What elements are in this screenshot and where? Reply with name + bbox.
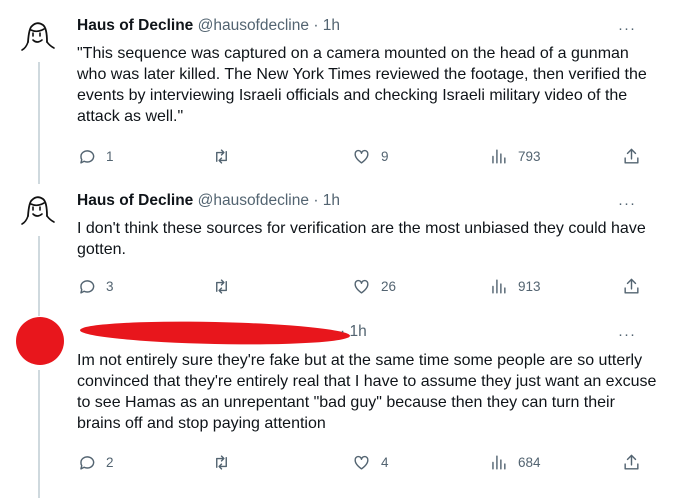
views-button[interactable]: 684 — [489, 453, 541, 472]
tweet-actions: 3 26 913 — [77, 277, 657, 297]
timestamp[interactable]: · 1h — [313, 17, 340, 34]
share-button[interactable] — [622, 453, 641, 472]
thread-line — [38, 62, 40, 184]
more-icon[interactable]: ··· — [618, 21, 636, 36]
reply-button[interactable]: 1 — [77, 147, 114, 166]
views-count: 913 — [518, 279, 541, 294]
redacted-name-bar — [79, 319, 351, 347]
reply-button[interactable]: 3 — [77, 277, 114, 296]
tweet-actions: 1 9 793 — [77, 147, 657, 167]
retweet-icon — [216, 455, 227, 470]
share-icon — [624, 148, 639, 164]
reply-count: 3 — [106, 279, 114, 294]
thread-line — [38, 236, 40, 316]
like-count: 9 — [381, 149, 389, 164]
avatar[interactable] — [20, 18, 56, 54]
tweet-header: Haus of Decline @hausofdecline · 1h — [77, 16, 340, 36]
share-button[interactable] — [622, 147, 641, 166]
views-icon — [492, 455, 506, 470]
views-count: 793 — [518, 149, 541, 164]
timestamp[interactable]: · 1h — [313, 192, 340, 209]
reply-count: 1 — [106, 149, 114, 164]
share-icon — [624, 454, 639, 470]
like-icon — [354, 279, 369, 294]
reply-icon — [80, 280, 95, 294]
more-icon[interactable]: ··· — [618, 327, 636, 342]
reply-icon — [80, 150, 95, 164]
like-button[interactable]: 26 — [352, 277, 396, 296]
user-handle[interactable]: @hausofdecline — [198, 192, 309, 209]
avatar[interactable] — [20, 192, 56, 228]
reply-button[interactable]: 2 — [77, 453, 114, 472]
display-name[interactable]: Haus of Decline — [77, 192, 193, 209]
like-button[interactable]: 9 — [352, 147, 389, 166]
views-button[interactable]: 913 — [489, 277, 541, 296]
retweet-button[interactable] — [212, 277, 241, 296]
views-count: 684 — [518, 455, 541, 470]
views-icon — [492, 149, 506, 164]
retweet-icon — [216, 149, 227, 164]
timestamp[interactable]: · 1h — [340, 323, 367, 340]
tweet-header: Haus of Decline @hausofdecline · 1h — [77, 191, 340, 211]
retweet-button[interactable] — [212, 453, 241, 472]
tweet-text: Im not entirely sure they're fake but at… — [77, 352, 657, 432]
display-name[interactable]: Haus of Decline — [77, 17, 193, 34]
like-count: 26 — [381, 279, 397, 294]
views-button[interactable]: 793 — [489, 147, 541, 166]
like-icon — [354, 455, 369, 470]
avatar-redacted[interactable] — [16, 317, 64, 365]
like-icon — [354, 149, 369, 164]
reply-count: 2 — [106, 455, 114, 470]
tweet-actions: 2 4 684 — [77, 453, 657, 473]
more-icon[interactable]: ··· — [618, 196, 636, 211]
share-icon — [624, 278, 639, 294]
thread-line — [38, 370, 40, 498]
like-count: 4 — [381, 455, 389, 470]
reply-icon — [80, 456, 95, 470]
tweet-text: "This sequence was captured on a camera … — [77, 45, 647, 125]
tweet-header: · 1h — [340, 322, 367, 342]
user-handle[interactable]: @hausofdecline — [198, 17, 309, 34]
like-button[interactable]: 4 — [352, 453, 389, 472]
tweet-text: I don't think these sources for verifica… — [77, 220, 646, 258]
retweet-button[interactable] — [212, 147, 241, 166]
retweet-icon — [216, 279, 227, 294]
share-button[interactable] — [622, 277, 641, 296]
views-icon — [492, 279, 506, 294]
